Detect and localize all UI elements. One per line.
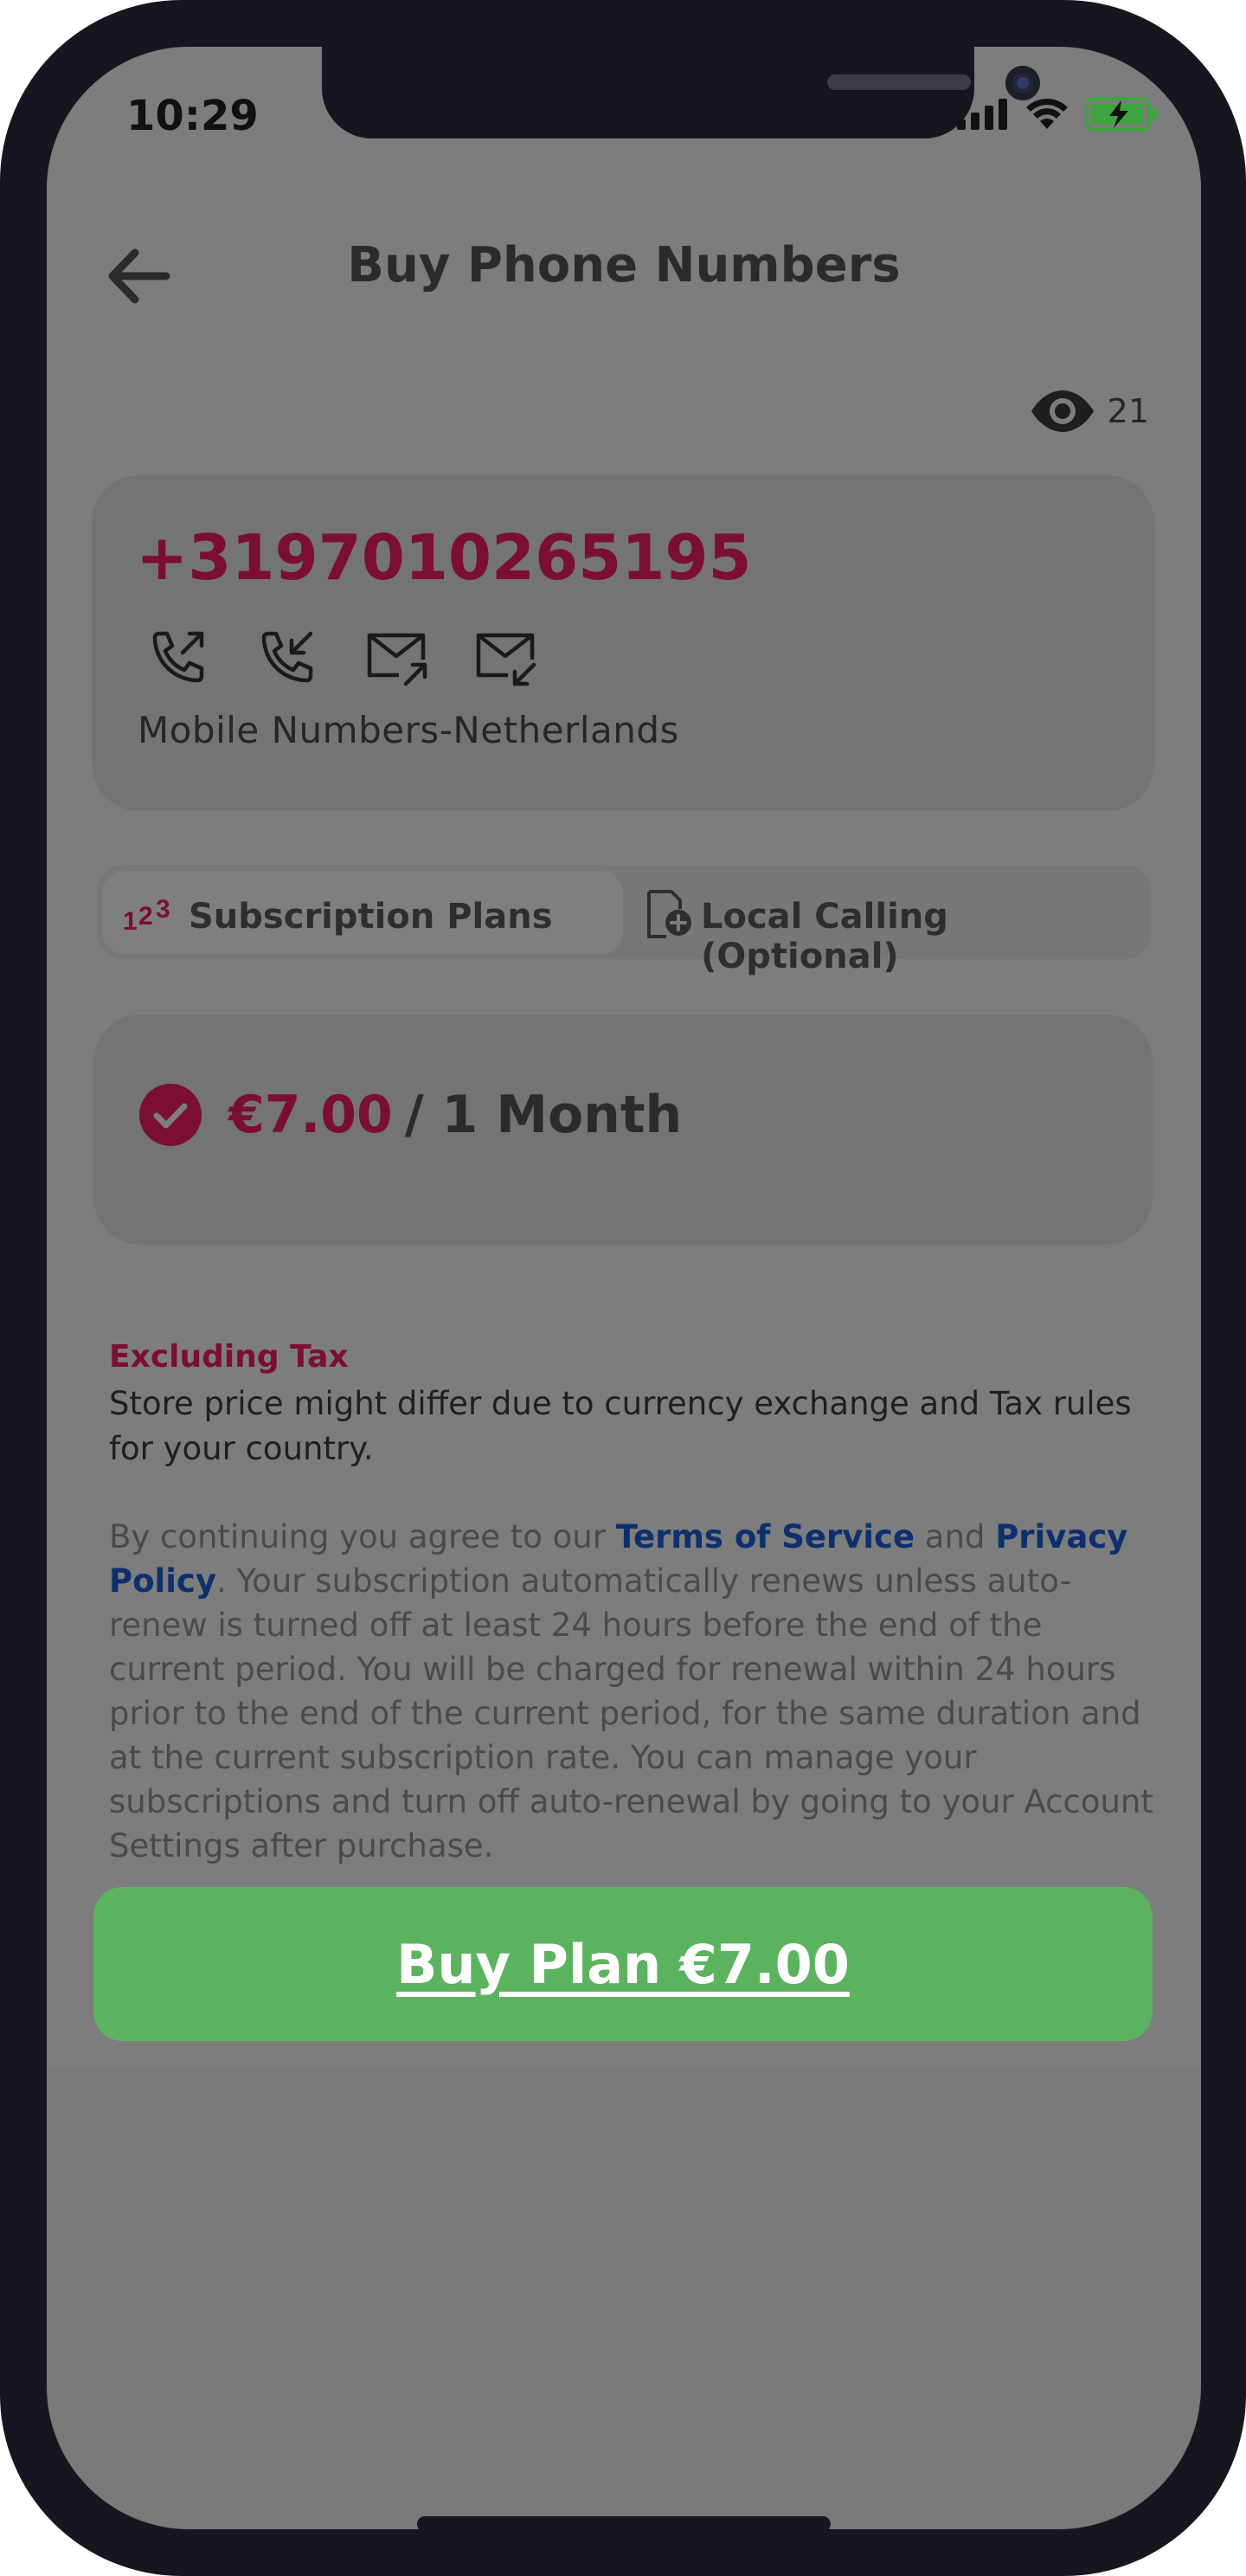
buy-plan-label: Buy Plan €7.00 — [396, 1932, 850, 1996]
incoming-sms-icon — [476, 633, 536, 686]
outgoing-sms-icon — [367, 633, 427, 686]
svg-text:1: 1 — [123, 907, 138, 935]
phone-number: +3197010265195 — [136, 521, 752, 594]
device-frame: 10:29 Buy Phone Numbers 21 +319701026519… — [0, 0, 1246, 2576]
home-indicator[interactable] — [417, 2516, 831, 2529]
legal-and: and — [915, 1518, 996, 1555]
plan-period: / 1 Month — [404, 1085, 683, 1145]
terms-of-service-link[interactable]: Terms of Service — [616, 1518, 915, 1555]
capabilities — [146, 627, 537, 691]
add-document-icon — [647, 890, 691, 938]
checkmark-circle-icon — [139, 1084, 202, 1146]
signal-icon — [957, 99, 1007, 130]
tax-note: Store price might differ due to currency… — [109, 1385, 1132, 1467]
plan-tabs: 1 2 3 Subscription Plans Local Calling (… — [97, 866, 1151, 976]
status-icons — [957, 97, 1158, 132]
number-category: Mobile Numbers-Netherlands — [138, 709, 679, 751]
view-count: 21 — [1030, 389, 1149, 434]
status-time: 10:29 — [126, 92, 259, 140]
camera-icon — [1005, 66, 1040, 100]
speaker-grille — [827, 74, 971, 90]
eye-icon — [1031, 390, 1094, 432]
tab-local-calling[interactable]: Local Calling (Optional) — [632, 871, 1146, 976]
legal-body: . Your subscription automatically renews… — [109, 1562, 1153, 1864]
screen: 10:29 Buy Phone Numbers 21 +319701026519… — [47, 47, 1201, 2529]
svg-text:2: 2 — [138, 902, 153, 931]
page-title: Buy Phone Numbers — [347, 237, 901, 293]
tab-subscription-label: Subscription Plans — [189, 897, 553, 937]
svg-text:3: 3 — [156, 895, 170, 924]
view-count-number: 21 — [1107, 392, 1149, 430]
tab-subscription-plans[interactable]: 1 2 3 Subscription Plans — [102, 871, 623, 954]
plan-option[interactable]: €7.00 / 1 Month — [138, 1083, 682, 1147]
plan-price: €7.00 — [228, 1085, 393, 1145]
tab-local-calling-label: Local Calling (Optional) — [701, 897, 948, 976]
incoming-call-icon — [261, 631, 313, 683]
wifi-icon — [1026, 99, 1068, 129]
buy-plan-button[interactable]: Buy Plan €7.00 — [93, 1887, 1153, 2041]
tax-title: Excluding Tax — [109, 1339, 349, 1375]
numbers-123-icon: 1 2 3 — [123, 895, 170, 935]
battery-charging-icon — [1085, 97, 1157, 132]
legal-prefix: By continuing you agree to our — [109, 1518, 616, 1555]
device-notch — [322, 47, 1040, 138]
legal-text: By continuing you agree to our Terms of … — [109, 1515, 1160, 1868]
outgoing-call-icon — [152, 631, 204, 683]
